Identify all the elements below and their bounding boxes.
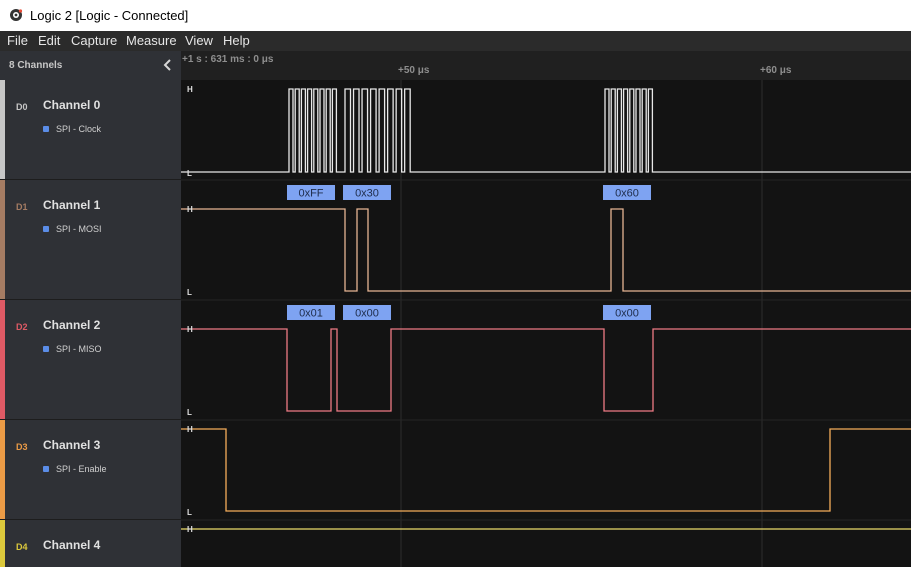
- channel-digital-label: D1: [16, 202, 28, 212]
- timeline-marker-60us: +60 μs: [760, 65, 792, 76]
- menu-bar: File Edit Capture Measure View Help: [0, 31, 911, 51]
- level-high-label: H: [187, 85, 193, 94]
- waveform-background: [181, 80, 911, 567]
- channel-color-stripe: [0, 80, 5, 179]
- timeline-marker-50us: +50 μs: [398, 65, 430, 76]
- menu-measure[interactable]: Measure: [126, 33, 177, 48]
- mosi-decoded-byte[interactable]: 0x60: [603, 185, 651, 200]
- channel-name[interactable]: Channel 2: [43, 318, 100, 332]
- channel-name[interactable]: Channel 4: [43, 538, 100, 552]
- level-high-label: H: [187, 425, 193, 434]
- analyzer-dot-icon: [43, 226, 49, 232]
- menu-edit[interactable]: Edit: [38, 33, 60, 48]
- miso-decoded-byte[interactable]: 0x00: [603, 305, 651, 320]
- collapse-sidebar-icon[interactable]: [161, 57, 175, 73]
- channel-digital-label: D3: [16, 442, 28, 452]
- level-low-label: L: [187, 288, 192, 297]
- channel-list-header: 8 Channels: [0, 51, 181, 81]
- logic-app-icon: [10, 9, 23, 21]
- channel-row-1[interactable]: D1 Channel 1 SPI - MOSI: [0, 180, 181, 300]
- channel-digital-label: D4: [16, 542, 28, 552]
- analyzer-label: SPI - MISO: [56, 344, 102, 354]
- analyzer-label: SPI - MOSI: [56, 224, 102, 234]
- channel-name[interactable]: Channel 1: [43, 198, 100, 212]
- mosi-decoded-byte[interactable]: 0xFF: [287, 185, 335, 200]
- channel-color-stripe: [0, 420, 5, 519]
- channel-color-stripe: [0, 520, 5, 567]
- analyzer-dot-icon: [43, 346, 49, 352]
- level-low-label: L: [187, 508, 192, 517]
- window-title: Logic 2 [Logic - Connected]: [30, 8, 189, 23]
- level-high-label: H: [187, 525, 193, 534]
- analyzer-label: SPI - Clock: [56, 124, 102, 134]
- timeline-start-time: +1 s : 631 ms : 0 μs: [182, 54, 274, 65]
- channel-row-0[interactable]: D0 Channel 0 SPI - Clock: [0, 80, 181, 180]
- waveform-area[interactable]: HLHLHLHLH 0xFF 0x30 0x60 0x01 0x00 0x00: [181, 80, 911, 567]
- title-bar: Logic 2 [Logic - Connected]: [0, 0, 911, 31]
- menu-help[interactable]: Help: [223, 33, 250, 48]
- waveform-canvas[interactable]: HLHLHLHLH 0xFF 0x30 0x600x01 0x00 0x00: [181, 80, 911, 567]
- channel-digital-label: D2: [16, 322, 28, 332]
- time-ruler[interactable]: +1 s : 631 ms : 0 μs +50 μs +60 μs: [181, 51, 911, 80]
- decoded-badge-text: 0x00: [615, 308, 639, 320]
- channel-count: 8 Channels: [9, 60, 63, 71]
- menu-file[interactable]: File: [7, 33, 28, 48]
- channel-name[interactable]: Channel 0: [43, 98, 100, 112]
- decoded-badge-text: 0xFF: [298, 188, 323, 200]
- analyzer-dot-icon: [43, 466, 49, 472]
- analyzer-dot-icon: [43, 126, 49, 132]
- decoded-badge-text: 0x30: [355, 188, 379, 200]
- channel-name[interactable]: Channel 3: [43, 438, 100, 452]
- miso-decoded-byte[interactable]: 0x00: [343, 305, 391, 320]
- menu-view[interactable]: View: [185, 33, 213, 48]
- miso-decoded-byte[interactable]: 0x01: [287, 305, 335, 320]
- channel-color-stripe: [0, 180, 5, 299]
- level-low-label: L: [187, 408, 192, 417]
- analyzer-label: SPI - Enable: [56, 464, 107, 474]
- level-low-label: L: [187, 169, 192, 178]
- mosi-decoded-byte[interactable]: 0x30: [343, 185, 391, 200]
- level-high-label: H: [187, 205, 193, 214]
- decoded-badge-text: 0x60: [615, 188, 639, 200]
- channel-row-3[interactable]: D3 Channel 3 SPI - Enable: [0, 420, 181, 520]
- decoded-badge-text: 0x01: [299, 308, 323, 320]
- channel-row-4[interactable]: D4 Channel 4: [0, 520, 181, 567]
- menu-capture[interactable]: Capture: [71, 33, 117, 48]
- decoded-badge-text: 0x00: [355, 308, 379, 320]
- channel-color-stripe: [0, 300, 5, 419]
- level-high-label: H: [187, 325, 193, 334]
- channel-digital-label: D0: [16, 102, 28, 112]
- channel-row-2[interactable]: D2 Channel 2 SPI - MISO: [0, 300, 181, 420]
